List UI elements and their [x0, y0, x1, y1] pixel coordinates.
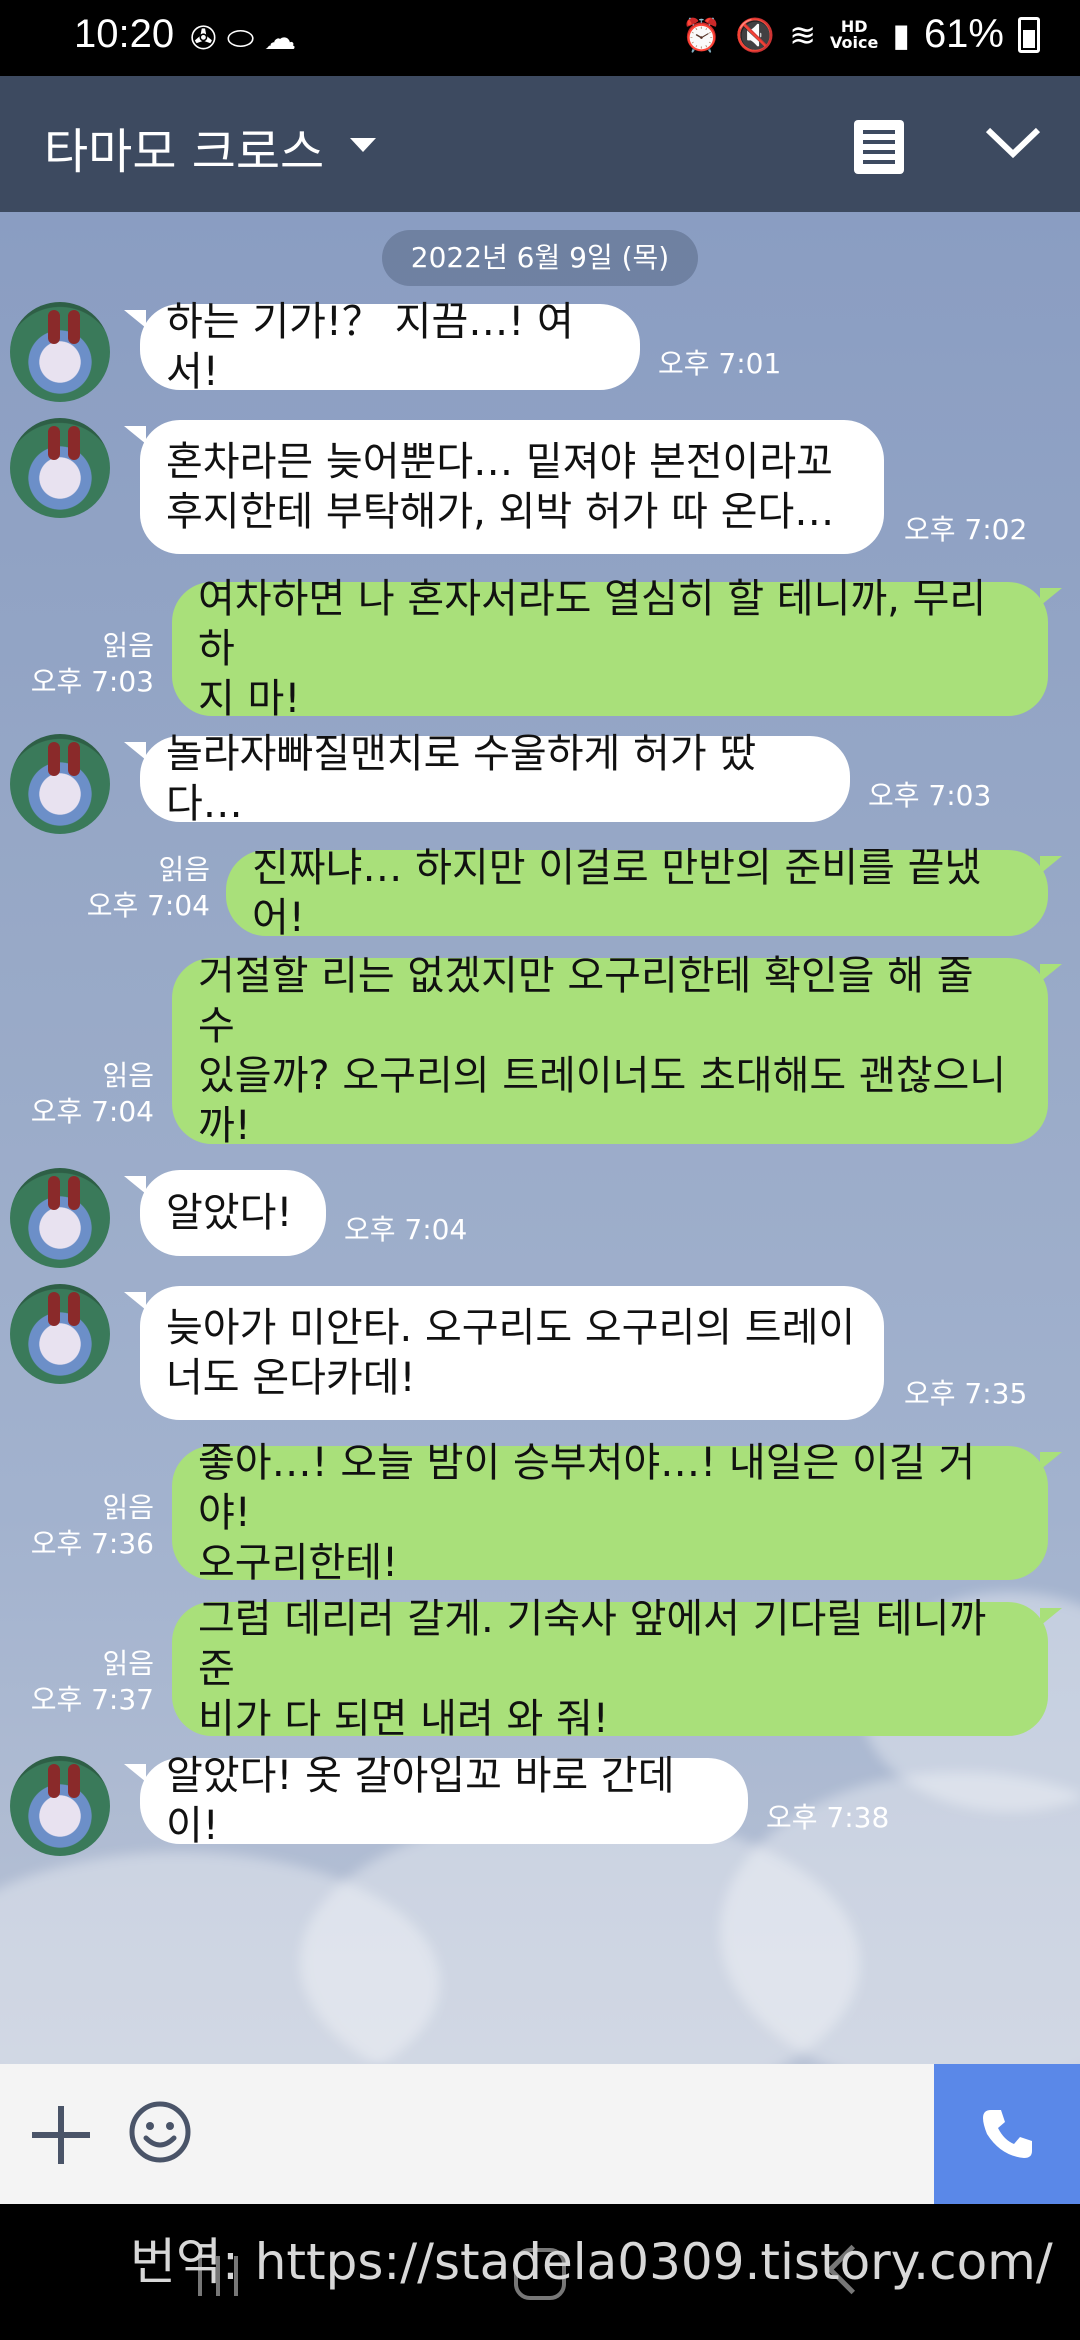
- avatar[interactable]: [10, 418, 110, 518]
- message-time: 오후 7:04: [344, 1213, 468, 1246]
- read-receipt: 읽음: [102, 1059, 154, 1092]
- collapse-chevron-icon[interactable]: [984, 122, 1042, 162]
- message-text: 여차하면 나 혼자서라도 열심히 할 테니까, 무리하 지 마!: [198, 576, 987, 722]
- message-text: 좋아…! 오늘 밤이 승부처야…! 내일은 이길 거야! 오구리한테!: [198, 1440, 976, 1586]
- message-bubble-outgoing[interactable]: 거절할 리는 없겠지만 오구리한테 확인을 해 줄 수 있을까? 오구리의 트레…: [172, 953, 1048, 1149]
- message-text: 늦아가 미안타. 오구리도 오구리의 트레이 너도 온다카데!: [166, 1305, 856, 1401]
- message-bubble-outgoing[interactable]: 진짜냐… 하지만 이걸로 만반의 준비를 끝냈어!: [226, 845, 1048, 941]
- cloud-icon: ☁: [264, 19, 297, 57]
- message-bubble-outgoing[interactable]: 좋아…! 오늘 밤이 승부처야…! 내일은 이길 거야! 오구리한테!: [172, 1440, 1048, 1586]
- status-system-icons: ⏰ 🔇 ≋ HD Voice ▮ 61%: [681, 12, 1040, 57]
- read-receipt: 읽음: [102, 1647, 154, 1680]
- date-divider: 2022년 6월 9일 (목): [382, 230, 698, 286]
- message-bubble-incoming[interactable]: 늦아가 미안타. 오구리도 오구리의 트레이 너도 온다카데!: [140, 1286, 884, 1420]
- mute-icon: 🔇: [735, 15, 776, 54]
- pill-icon: ⬭: [226, 19, 255, 57]
- message-time: 오후 7:35: [904, 1377, 1028, 1410]
- message-text: 진짜냐… 하지만 이걸로 만반의 준비를 끝냈어!: [252, 845, 982, 941]
- message-bubble-incoming[interactable]: 알았다!: [140, 1170, 326, 1256]
- read-receipt: 읽음: [158, 853, 210, 886]
- avatar[interactable]: [10, 1756, 110, 1856]
- message-text: 그럼 데리러 갈게. 기숙사 앞에서 기다릴 테니까 준 비가 다 되면 내려 …: [198, 1596, 987, 1742]
- chat-title[interactable]: 타마모 크로스: [44, 112, 324, 182]
- message-time: 오후 7:04: [30, 1095, 154, 1128]
- status-bar: 10:20 ✇ ⬭ ☁ ⏰ 🔇 ≋ HD Voice ▮ 61%: [0, 0, 1080, 76]
- message-bubble-incoming[interactable]: 하는 기가!？ 지끔…! 여서!: [140, 299, 640, 395]
- message-bubble-incoming[interactable]: 혼차라믄 늦어뿐다… 밑져야 본전이라꼬 후지한테 부탁해가, 외박 허가 따 …: [140, 420, 884, 554]
- message-bubble-incoming[interactable]: 놀라자빠질맨치로 수울하게 허가 땄다…: [140, 731, 850, 827]
- message-input-bar[interactable]: [0, 2064, 1080, 2204]
- message-text: 놀라자빠질맨치로 수울하게 허가 땄다…: [166, 731, 757, 827]
- message-meta: 읽음 오후 7:04: [87, 852, 210, 924]
- message-bubble-incoming[interactable]: 알았다! 옷 갈아입꼬 바로 간데이!: [140, 1753, 748, 1849]
- message-time: 오후 7:02: [904, 513, 1028, 546]
- battery-percent: 61%: [923, 12, 1004, 56]
- translator-watermark: 번역: https://stadela0309.tistory.com/: [130, 2233, 1053, 2291]
- read-receipt: 읽음: [102, 1491, 154, 1524]
- status-notification-icons: ✇ ⬭ ☁: [190, 18, 296, 58]
- alarm-icon: ⏰: [681, 15, 722, 54]
- chat-area[interactable]: 2022년 6월 9일 (목) 하는 기가!？ 지끔…! 여서! 오후 7:01…: [0, 212, 1080, 2064]
- message-text: 거절할 리는 없겠지만 오구리한테 확인을 해 줄 수 있을까? 오구리의 트레…: [198, 953, 1007, 1149]
- avatar[interactable]: [10, 1168, 110, 1268]
- avatar[interactable]: [10, 1284, 110, 1384]
- notes-icon[interactable]: [854, 120, 904, 174]
- message-text: 하는 기가!？ 지끔…! 여서!: [166, 299, 574, 395]
- phone-icon: [983, 2110, 1032, 2158]
- message-meta: 읽음 오후 7:04: [31, 1058, 154, 1130]
- message-time: 오후 7:01: [658, 347, 782, 380]
- message-bubble-outgoing[interactable]: 그럼 데리러 갈게. 기숙사 앞에서 기다릴 테니까 준 비가 다 되면 내려 …: [172, 1596, 1048, 1742]
- message-text: 알았다! 옷 갈아입꼬 바로 간데이!: [166, 1753, 675, 1849]
- dropdown-caret-icon[interactable]: [350, 138, 376, 152]
- signal-icon: ▮: [892, 15, 910, 54]
- message-time: 오후 7:37: [30, 1683, 154, 1716]
- avatar[interactable]: [10, 734, 110, 834]
- message-meta: 읽음 오후 7:37: [31, 1646, 154, 1718]
- avatar[interactable]: [10, 302, 110, 402]
- chat-header: 타마모 크로스: [0, 76, 1080, 212]
- message-meta: 읽음 오후 7:03: [31, 628, 154, 700]
- hd-voice-label: HD Voice: [830, 16, 879, 52]
- message-meta: 읽음 오후 7:36: [31, 1490, 154, 1562]
- message-time: 오후 7:03: [868, 779, 992, 812]
- aperture-icon: ✇: [190, 19, 217, 57]
- message-text: 혼차라믄 늦어뿐다… 밑져야 본전이라꼬 후지한테 부탁해가, 외박 허가 따 …: [166, 439, 835, 535]
- read-receipt: 읽음: [102, 629, 154, 662]
- emoji-icon[interactable]: [128, 2100, 192, 2164]
- wifi-icon: ≋: [789, 15, 816, 54]
- message-time: 오후 7:03: [30, 665, 154, 698]
- message-bubble-outgoing[interactable]: 여차하면 나 혼자서라도 열심히 할 테니까, 무리하 지 마!: [172, 576, 1048, 722]
- battery-icon: [1018, 16, 1040, 53]
- message-time: 오후 7:36: [30, 1527, 154, 1560]
- message-text: 알았다!: [166, 1190, 293, 1236]
- message-time: 오후 7:38: [766, 1801, 890, 1834]
- status-time: 10:20: [74, 12, 175, 56]
- plus-icon[interactable]: [32, 2106, 90, 2164]
- call-button[interactable]: [934, 2064, 1080, 2204]
- message-time: 오후 7:04: [86, 889, 210, 922]
